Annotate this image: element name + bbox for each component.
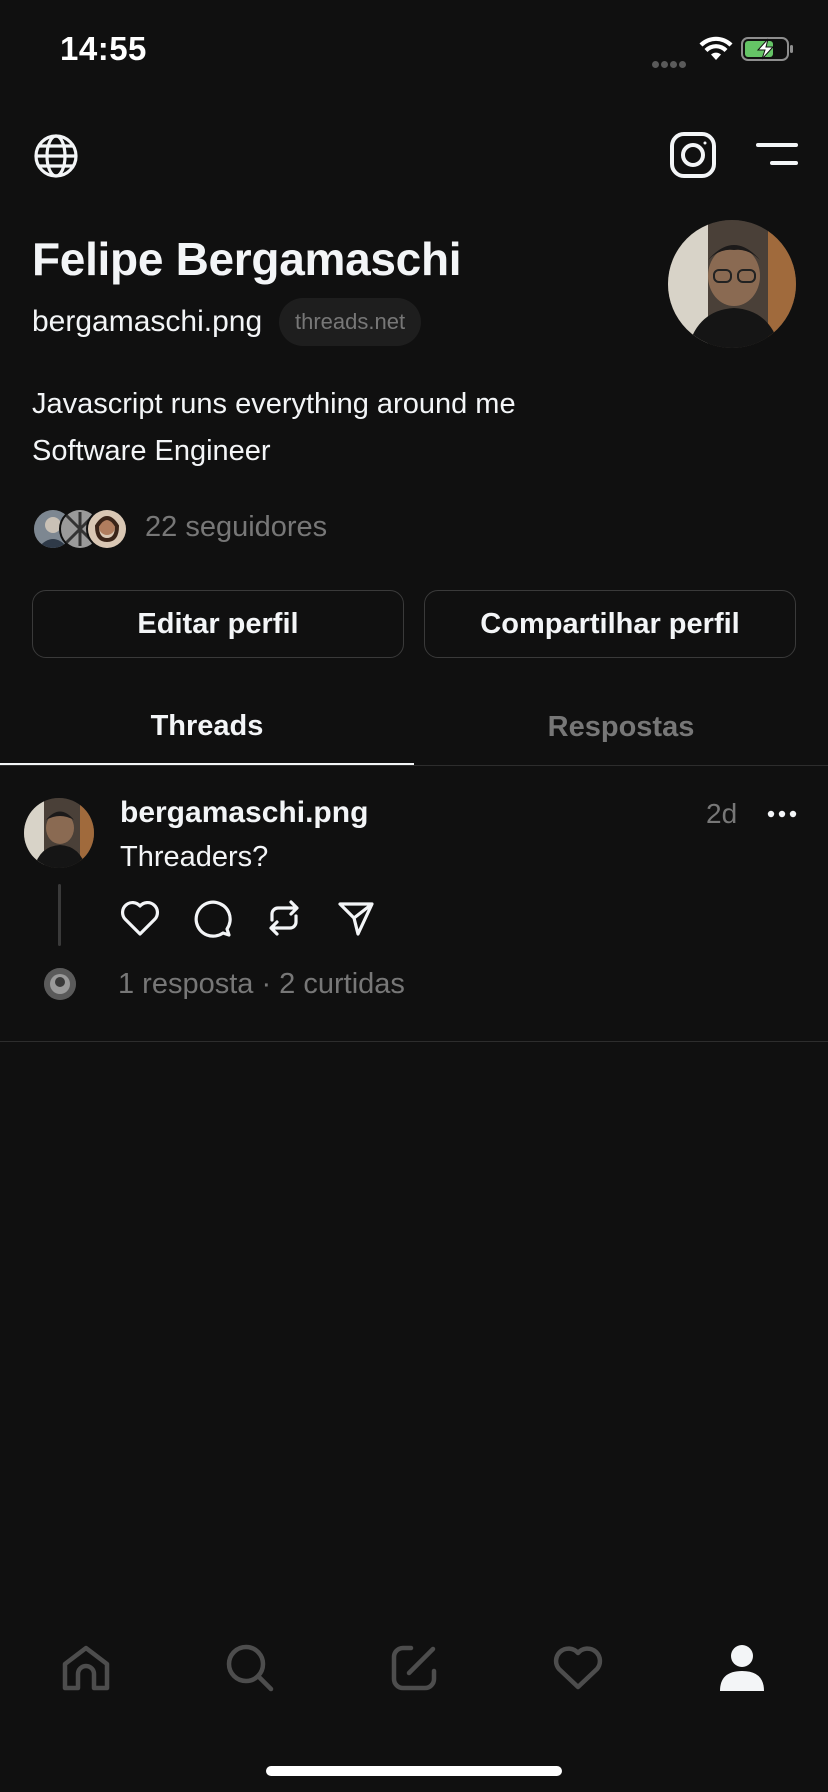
globe-icon [34,134,78,178]
bio-line: Software Engineer [32,435,271,467]
post-author-avatar[interactable] [24,798,94,868]
bottom-nav [0,1630,828,1720]
send-icon [338,902,374,936]
heart-icon [553,1646,603,1690]
nav-home[interactable] [58,1640,114,1696]
profile-name: Felipe Bergamaschi [32,233,462,285]
threads-profile-screen: 14:55 Felipe Bergamaschi bergamaschi.png… [0,0,828,1792]
thread-connector-line [58,884,61,946]
repost-icon [269,900,299,936]
more-icon [767,810,797,818]
thread-post[interactable]: bergamaschi.png 2d Threaders? 1 resposta… [0,766,828,1042]
status-time: 14:55 [60,30,147,67]
followers-row[interactable]: 22 seguidores [32,508,392,550]
home-indicator [266,1766,562,1776]
menu-button[interactable] [752,136,800,172]
instagram-icon [670,132,716,178]
nav-profile[interactable] [714,1640,770,1696]
nav-compose[interactable] [386,1640,442,1696]
nav-activity[interactable] [550,1640,606,1696]
instagram-button[interactable] [664,126,722,184]
comment-icon [194,900,232,938]
post-time: 2d [706,798,738,829]
wifi-icon [699,36,733,60]
menu-icon [756,143,798,165]
nav-search[interactable] [222,1640,278,1696]
post-text: Threaders? [120,841,269,873]
search-icon [226,1644,274,1692]
signal-dots-icon [652,55,692,68]
profile-icon [720,1645,764,1691]
domain-badge[interactable]: threads.net [279,298,422,346]
tab-threads[interactable]: Threads [0,690,414,765]
globe-button[interactable] [28,128,84,184]
post-author[interactable]: bergamaschi.png [120,796,368,830]
profile-tabs: Threads Respostas [0,690,828,766]
heart-icon [121,901,159,936]
reply-button[interactable] [190,896,234,940]
profile-handle: bergamaschi.png [32,305,263,338]
share-profile-button[interactable]: Compartilhar perfil [424,590,796,658]
follower-avatar [86,508,128,550]
home-icon [62,1645,110,1691]
reply-avatar [44,968,76,1000]
battery-charging-icon [741,37,793,61]
tab-replies[interactable]: Respostas [414,690,828,765]
more-options-button[interactable] [760,792,804,836]
post-stats[interactable]: 1 resposta · 2 curtidas [118,968,405,1001]
send-button[interactable] [334,896,378,940]
status-bar: 14:55 [0,0,828,100]
repost-button[interactable] [262,896,306,940]
bio-line: Javascript runs everything around me [32,388,516,420]
edit-profile-button[interactable]: Editar perfil [32,590,404,658]
compose-icon [391,1645,437,1691]
profile-avatar[interactable] [668,220,796,348]
like-button[interactable] [118,896,162,940]
followers-count: 22 seguidores [145,511,328,543]
